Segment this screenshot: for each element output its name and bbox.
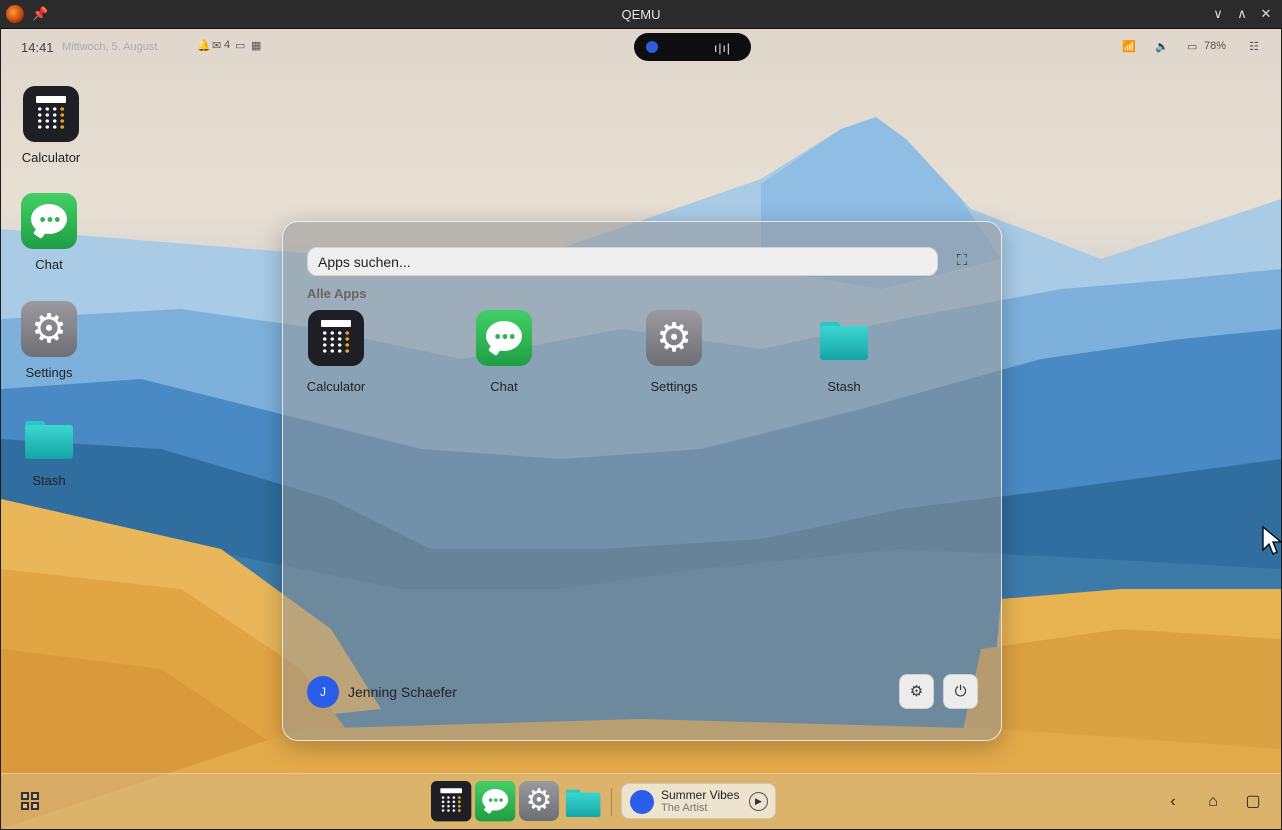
taskbar-divider bbox=[611, 788, 612, 816]
launcher-app-stash[interactable]: Stash bbox=[799, 310, 889, 394]
power-button[interactable]: ⏻ bbox=[943, 674, 978, 709]
power-icon: ⏻ bbox=[954, 683, 967, 700]
settings-gear-icon: ⚙ bbox=[21, 301, 77, 357]
minimize-button[interactable]: ∨ bbox=[1208, 4, 1228, 24]
message-icon[interactable]: ▭ bbox=[235, 39, 245, 52]
launcher-app-label: Stash bbox=[827, 379, 861, 394]
desktop-icon-settings[interactable]: ⚙ Settings bbox=[13, 301, 85, 380]
desktop-icon-label: Settings bbox=[25, 365, 73, 380]
clock: 14:41 bbox=[21, 40, 54, 55]
media-player[interactable]: Summer Vibes The Artist ▶ bbox=[621, 783, 776, 819]
window-titlebar: 📌 QEMU ∨ ∧ ✕ bbox=[0, 0, 1282, 29]
battery-percent: 78% bbox=[1204, 40, 1227, 52]
launcher-app-label: Chat bbox=[490, 379, 518, 394]
launcher-app-label: Calculator bbox=[306, 379, 366, 394]
calculator-icon bbox=[431, 781, 472, 822]
volume-icon[interactable]: 🔈 bbox=[1155, 40, 1169, 53]
mail-count: 4 bbox=[224, 39, 231, 51]
media-artist: The Artist bbox=[661, 802, 708, 814]
calendar-icon[interactable]: ▦ bbox=[251, 39, 261, 52]
fullscreen-icon[interactable]: ⛶ bbox=[951, 250, 973, 272]
chat-icon bbox=[21, 193, 77, 249]
bell-icon[interactable]: 🔔 bbox=[197, 39, 211, 52]
section-label: Alle Apps bbox=[307, 286, 367, 301]
dock-chat[interactable] bbox=[475, 781, 516, 822]
user-name: Jenning Schaefer bbox=[348, 684, 457, 700]
audio-wave-icon: ı|ı| bbox=[714, 41, 731, 55]
taskbar: ⚙ Summer Vibes The Artist ▶ ‹ ⌂ ▢ bbox=[1, 773, 1281, 829]
recents-icon[interactable]: ▢ bbox=[1241, 790, 1265, 814]
desktop-icon-stash[interactable]: Stash bbox=[13, 409, 85, 488]
media-title: Summer Vibes bbox=[661, 788, 740, 802]
launcher-app-chat[interactable]: Chat bbox=[459, 310, 549, 394]
settings-gear-icon: ⚙ bbox=[646, 310, 702, 366]
desktop-icon-calculator[interactable]: Calculator bbox=[15, 86, 87, 165]
calculator-icon bbox=[308, 310, 364, 366]
gear-icon: ⚙ bbox=[909, 683, 924, 700]
desktop-icon-chat[interactable]: Chat bbox=[13, 193, 85, 272]
play-icon[interactable]: ▶ bbox=[749, 792, 768, 811]
launcher-app-label: Settings bbox=[650, 379, 698, 394]
dock-settings[interactable]: ⚙ bbox=[519, 781, 559, 821]
search-input[interactable] bbox=[307, 247, 938, 276]
date: Mittwoch, 5. August bbox=[62, 41, 158, 53]
chat-icon bbox=[475, 781, 516, 822]
calculator-icon bbox=[23, 86, 79, 142]
home-icon[interactable]: ⌂ bbox=[1201, 790, 1225, 814]
dock-stash[interactable] bbox=[563, 781, 603, 821]
avatar: J bbox=[307, 676, 339, 708]
settings-gear-icon: ⚙ bbox=[519, 781, 559, 821]
status-bar: 14:41 Mittwoch, 5. August 🔔 ✉ 4 ▭ ▦ ı|ı|… bbox=[1, 29, 1281, 65]
folder-icon bbox=[21, 409, 77, 465]
folder-icon bbox=[563, 781, 603, 821]
settings-button[interactable]: ⚙ bbox=[899, 674, 934, 709]
desktop[interactable]: 14:41 Mittwoch, 5. August 🔔 ✉ 4 ▭ ▦ ı|ı|… bbox=[1, 29, 1281, 829]
launcher-app-settings[interactable]: ⚙ Settings bbox=[629, 310, 719, 394]
wifi-icon[interactable]: 📶 bbox=[1122, 40, 1136, 53]
app-launcher: ⛶ Alle Apps Calculator Chat ⚙ Settings S… bbox=[282, 221, 1002, 741]
desktop-icon-label: Chat bbox=[35, 257, 63, 272]
maximize-button[interactable]: ∧ bbox=[1232, 4, 1252, 24]
dock-calculator[interactable] bbox=[431, 781, 472, 822]
mail-icon[interactable]: ✉ bbox=[212, 39, 221, 52]
chat-icon bbox=[476, 310, 532, 366]
album-art bbox=[630, 790, 654, 814]
window-title: QEMU bbox=[621, 7, 661, 22]
back-icon[interactable]: ‹ bbox=[1161, 790, 1185, 814]
mouse-cursor-icon bbox=[1262, 526, 1282, 555]
close-button[interactable]: ✕ bbox=[1256, 4, 1276, 24]
launcher-app-calculator[interactable]: Calculator bbox=[291, 310, 381, 394]
app-grid-icon[interactable] bbox=[21, 792, 41, 812]
folder-icon bbox=[816, 310, 872, 366]
dynamic-island[interactable]: ı|ı| bbox=[634, 33, 751, 61]
desktop-icon-label: Stash bbox=[32, 473, 66, 488]
battery-icon[interactable]: ▭ bbox=[1187, 40, 1197, 53]
recording-dot-icon bbox=[646, 41, 658, 53]
desktop-icon-label: Calculator bbox=[21, 150, 81, 165]
quick-settings-icon[interactable]: ☷ bbox=[1249, 40, 1259, 53]
